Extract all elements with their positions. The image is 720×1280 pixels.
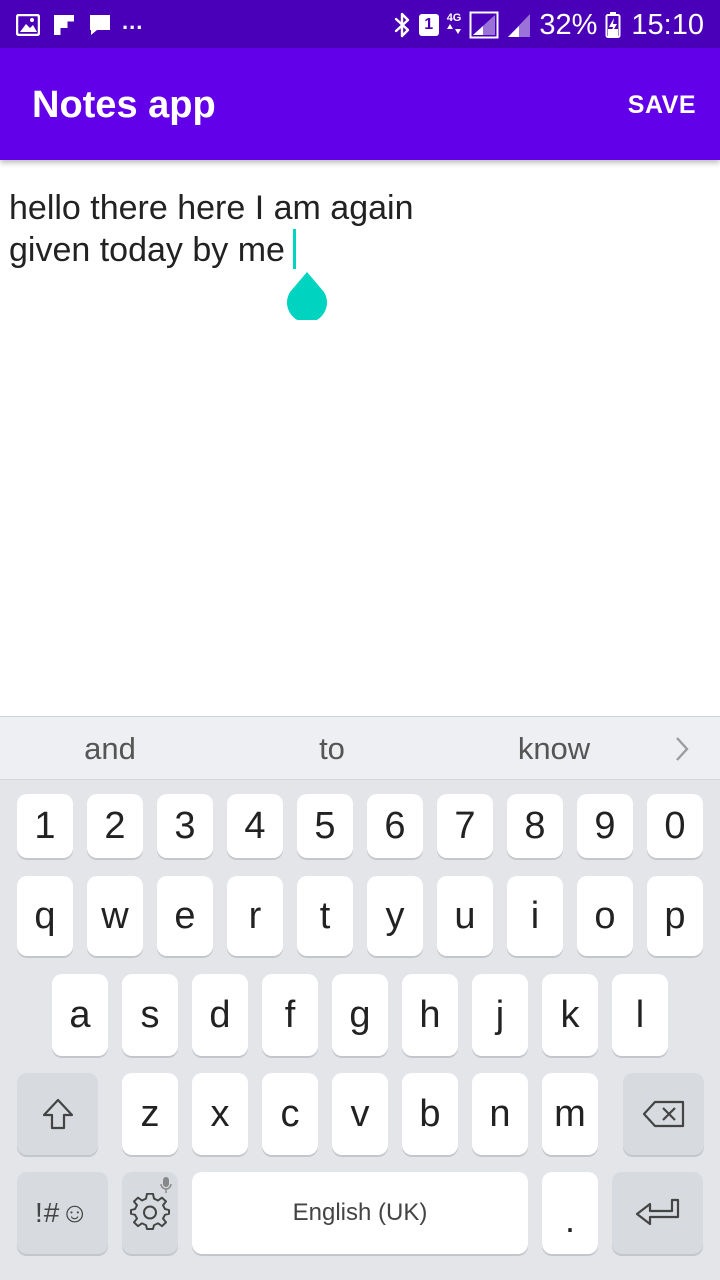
- key-6[interactable]: 6: [367, 794, 423, 858]
- key-j[interactable]: j: [472, 974, 528, 1056]
- network-type-indicator: 4G: [446, 12, 462, 37]
- key-r[interactable]: r: [227, 876, 283, 956]
- symbols-key[interactable]: !#☺: [17, 1172, 108, 1254]
- key-z[interactable]: z: [122, 1073, 178, 1155]
- key-w[interactable]: w: [87, 876, 143, 956]
- key-g[interactable]: g: [332, 974, 388, 1056]
- note-line: hello there here I am again: [9, 187, 629, 229]
- key-k[interactable]: k: [542, 974, 598, 1056]
- notification-icons: ...: [16, 9, 144, 38]
- more-notifications-indicator: ...: [122, 9, 144, 34]
- suggestion-item[interactable]: to: [232, 731, 432, 767]
- key-t[interactable]: t: [297, 876, 353, 956]
- note-line: given today by me: [9, 229, 629, 271]
- key-3[interactable]: 3: [157, 794, 213, 858]
- key-4[interactable]: 4: [227, 794, 283, 858]
- key-h[interactable]: h: [402, 974, 458, 1056]
- key-x[interactable]: x: [192, 1073, 248, 1155]
- system-icons: 1 4G 32% 15:10: [393, 8, 704, 42]
- key-e[interactable]: e: [157, 876, 213, 956]
- status-bar: ... 1 4G 32% 15:10: [0, 0, 720, 48]
- key-2[interactable]: 2: [87, 794, 143, 858]
- signal-strength-icon-sim2: [507, 11, 531, 39]
- key-l[interactable]: l: [612, 974, 668, 1056]
- shift-icon: [42, 1098, 73, 1130]
- key-f[interactable]: f: [262, 974, 318, 1056]
- space-bar-label: English (UK): [292, 1199, 428, 1226]
- key-m[interactable]: m: [542, 1073, 598, 1155]
- message-icon: [88, 13, 112, 37]
- suggestion-item[interactable]: and: [10, 731, 210, 767]
- key-q[interactable]: q: [17, 876, 73, 956]
- key-i[interactable]: i: [507, 876, 563, 956]
- note-text-field[interactable]: hello there here I am again given today …: [9, 187, 629, 271]
- cursor-handle[interactable]: [286, 270, 328, 320]
- app-bar: Notes app SAVE: [0, 48, 720, 160]
- period-key[interactable]: .: [542, 1172, 598, 1254]
- shift-key[interactable]: [17, 1073, 98, 1155]
- key-a[interactable]: a: [52, 974, 108, 1056]
- key-c[interactable]: c: [262, 1073, 318, 1155]
- key-p[interactable]: p: [647, 876, 703, 956]
- sim-slot-badge: 1: [418, 14, 439, 36]
- enter-icon: [635, 1198, 679, 1226]
- symbols-key-label: !#☺: [35, 1197, 90, 1228]
- note-line-text: given today by me: [9, 231, 285, 269]
- key-n[interactable]: n: [472, 1073, 528, 1155]
- enter-key[interactable]: [612, 1172, 703, 1254]
- gear-icon: [130, 1193, 170, 1230]
- suggestion-item[interactable]: know: [454, 731, 654, 767]
- chevron-right-icon[interactable]: [672, 735, 692, 763]
- key-v[interactable]: v: [332, 1073, 388, 1155]
- save-button[interactable]: SAVE: [628, 88, 696, 122]
- network-type-label: 4G: [446, 12, 462, 24]
- text-cursor: [292, 229, 296, 269]
- backspace-key[interactable]: [623, 1073, 704, 1155]
- backspace-icon: [642, 1100, 684, 1128]
- bluetooth-icon: [393, 11, 411, 39]
- key-y[interactable]: y: [367, 876, 423, 956]
- battery-percentage: 32%: [539, 9, 598, 41]
- key-d[interactable]: d: [192, 974, 248, 1056]
- battery-charging-icon: [605, 11, 621, 39]
- key-o[interactable]: o: [577, 876, 633, 956]
- app-title: Notes app: [32, 84, 216, 126]
- note-line-text: hello there here I am again: [9, 189, 414, 227]
- signal-strength-icon-sim1: [469, 11, 499, 39]
- key-8[interactable]: 8: [507, 794, 563, 858]
- microphone-icon: [160, 1177, 172, 1193]
- clock: 15:10: [631, 9, 704, 41]
- key-0[interactable]: 0: [647, 794, 703, 858]
- key-u[interactable]: u: [437, 876, 493, 956]
- key-5[interactable]: 5: [297, 794, 353, 858]
- key-b[interactable]: b: [402, 1073, 458, 1155]
- image-icon: [16, 13, 40, 37]
- key-1[interactable]: 1: [17, 794, 73, 858]
- notes-app-screen: ... 1 4G 32% 15:10 Notes app SAVE hello …: [0, 0, 720, 1280]
- soft-keyboard: and to know 1 2 3 4 5 6 7 8 9 0 q w e r …: [0, 716, 720, 1280]
- period-key-label: .: [564, 1199, 575, 1240]
- key-9[interactable]: 9: [577, 794, 633, 858]
- key-s[interactable]: s: [122, 974, 178, 1056]
- suggestion-bar: and to know: [0, 716, 720, 780]
- note-editor[interactable]: hello there here I am again given today …: [0, 160, 720, 716]
- flipboard-icon: [52, 13, 76, 37]
- space-bar[interactable]: English (UK): [192, 1172, 528, 1254]
- key-7[interactable]: 7: [437, 794, 493, 858]
- settings-key[interactable]: [122, 1172, 178, 1254]
